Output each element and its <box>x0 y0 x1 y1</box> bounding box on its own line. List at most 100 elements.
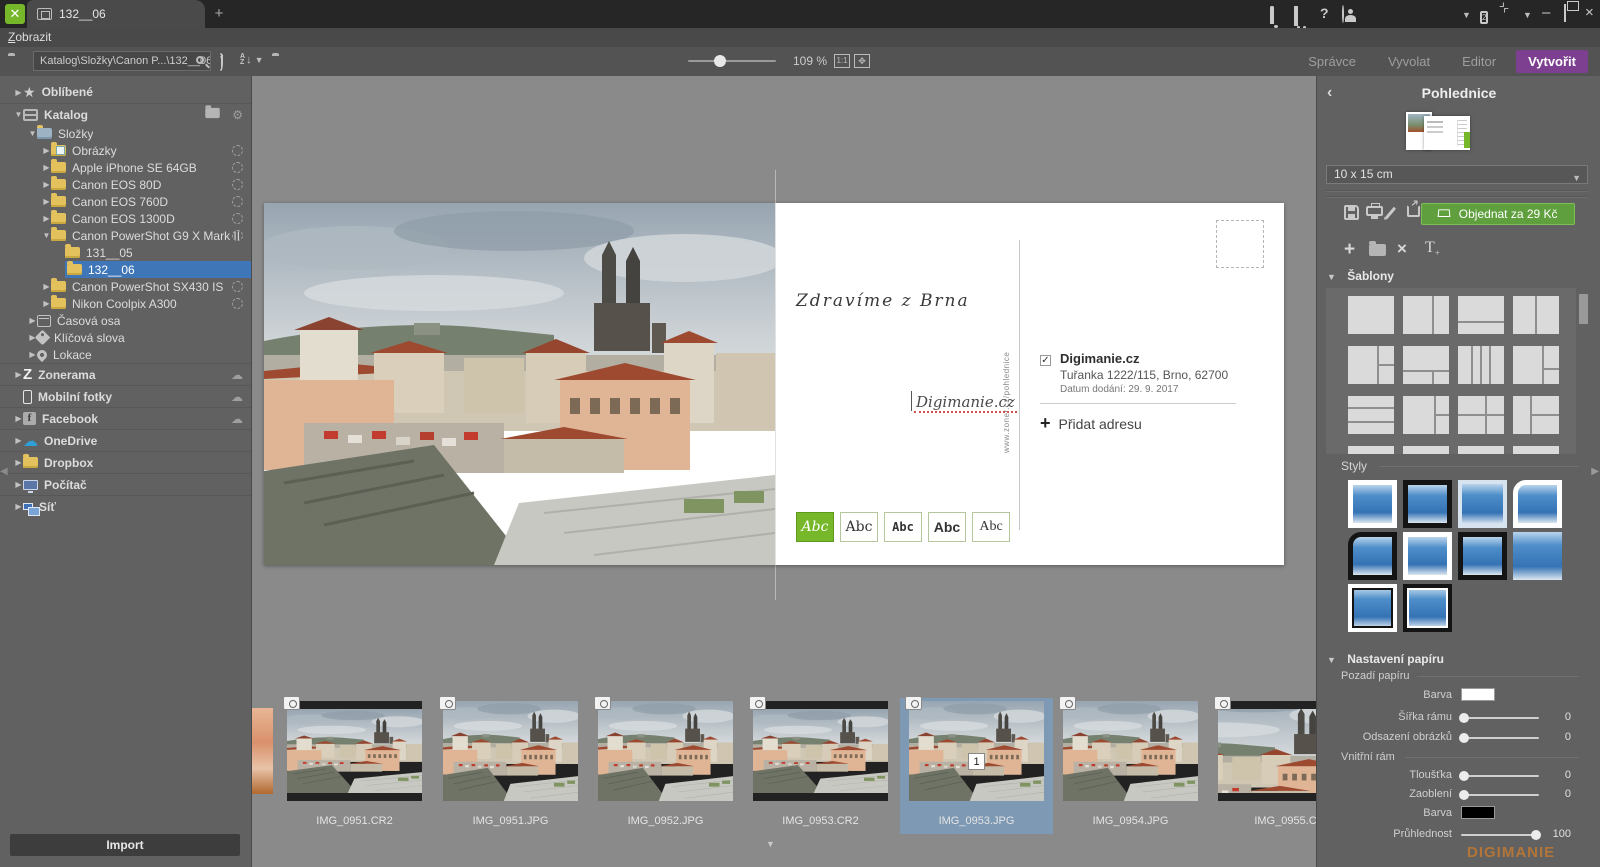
sidebar-item-canon-760d[interactable]: ▶ Canon EOS 760D <box>0 193 251 210</box>
templates-scrollbar[interactable] <box>1579 294 1588 324</box>
template-option[interactable] <box>1513 396 1559 434</box>
image-offset-slider[interactable] <box>1459 733 1539 743</box>
font-option-4[interactable]: Abc <box>928 512 966 542</box>
template-option[interactable] <box>1458 296 1504 334</box>
sidebar-item-katalog[interactable]: ▼ Katalog ⚙ <box>0 103 251 125</box>
filmstrip-thumb-0951jpg[interactable] <box>439 696 578 801</box>
collapse-left-panel-icon[interactable]: ◀ <box>0 466 8 477</box>
sidebar-item-casova-osa[interactable]: ▶ Časová osa <box>0 312 251 329</box>
account-avatar-icon[interactable] <box>1342 5 1344 24</box>
sidebar-item-canon-80d[interactable]: ▶ Canon EOS 80D <box>0 176 251 193</box>
template-option[interactable] <box>1403 396 1449 434</box>
template-option[interactable] <box>1458 346 1504 384</box>
template-option[interactable] <box>1403 346 1449 384</box>
postcard-back-side[interactable]: Zdravíme z Brna www.zoner.cz/pohlednice … <box>775 203 1284 565</box>
help-icon[interactable]: ? <box>1320 5 1329 23</box>
template-option[interactable] <box>1403 446 1449 454</box>
cart-icon[interactable] <box>1294 6 1298 26</box>
font-option-3[interactable]: Abc <box>884 512 922 542</box>
style-option-black-frame[interactable] <box>1458 532 1507 580</box>
font-option-2[interactable]: Abc <box>840 512 878 542</box>
fullscreen-chevron-down-icon[interactable]: ▼ <box>1523 10 1532 28</box>
style-option-white-black-frame[interactable] <box>1348 584 1397 632</box>
sidebar-item-mobilni-fotky[interactable]: Mobilní fotky ☁ <box>0 385 251 407</box>
template-option[interactable] <box>1348 346 1394 384</box>
style-option-white-rounded[interactable] <box>1513 480 1562 528</box>
style-option-no-frame[interactable] <box>1513 532 1562 580</box>
template-option[interactable] <box>1513 446 1559 454</box>
zoom-slider[interactable] <box>688 55 776 67</box>
postcard-photo-side[interactable] <box>264 203 775 565</box>
sidebar-item-dropbox[interactable]: ▶ Dropbox <box>0 451 251 473</box>
template-option[interactable] <box>1513 296 1559 334</box>
paper-settings-header[interactable]: ▼ Nastavení papíru <box>1327 652 1444 666</box>
filmstrip-thumb-0954jpg[interactable] <box>1059 696 1198 801</box>
sidebar-item-canon-1300d[interactable]: ▶ Canon EOS 1300D <box>0 210 251 227</box>
tab-vyvolat[interactable]: Vyvolat <box>1376 50 1442 73</box>
minimize-button[interactable]: – <box>1542 4 1550 22</box>
filmstrip-thumb-0952jpg[interactable] <box>594 696 733 801</box>
sidebar-item-132-06[interactable]: 132__06 <box>0 261 251 278</box>
notifications-bell-icon[interactable] <box>1270 6 1274 26</box>
close-button[interactable]: × <box>1585 4 1594 22</box>
sidebar-item-pocitac[interactable]: ▶ Počítač <box>0 473 251 495</box>
template-option[interactable] <box>1403 296 1449 334</box>
pen-export-icon[interactable] <box>1384 206 1397 220</box>
document-tab[interactable]: 132__06 <box>27 0 205 28</box>
sidebar-item-klicova-slova[interactable]: ▶ Klíčová slova <box>0 329 251 346</box>
account-chevron-down-icon[interactable]: ▼ <box>1462 10 1471 28</box>
zoom-1to1-icon[interactable]: 1:1 <box>834 54 850 68</box>
monitor-profile-icon[interactable]: 2 <box>1480 7 1489 25</box>
filmstrip-collapse-chevron-icon[interactable]: ▼ <box>766 839 775 849</box>
order-button[interactable]: Objednat za 29 Kč <box>1421 203 1575 225</box>
gear-icon[interactable]: ⚙ <box>232 108 243 122</box>
sidebar-item-onedrive[interactable]: ▶ ☁ OneDrive <box>0 429 251 451</box>
path-input[interactable]: Katalog\Složky\Canon P...\132__06 <box>33 51 211 71</box>
share-icon[interactable] <box>1407 205 1420 217</box>
restore-button[interactable] <box>1564 4 1566 23</box>
address-checkbox[interactable]: ✓ <box>1040 355 1051 366</box>
sidebar-item-facebook[interactable]: ▶ f Facebook ☁ <box>0 407 251 429</box>
tab-editor[interactable]: Editor <box>1450 50 1508 73</box>
search-icon[interactable] <box>196 56 204 64</box>
style-option-black-frame[interactable] <box>1403 480 1452 528</box>
inner-frame-color-swatch[interactable] <box>1461 806 1495 819</box>
new-tab-button[interactable]: + <box>210 5 228 23</box>
add-image-icon[interactable]: + <box>1344 239 1355 261</box>
template-option[interactable] <box>1458 446 1504 454</box>
size-select[interactable]: 10 x 15 cm ▼ <box>1326 165 1588 184</box>
sort-icon[interactable]: A Z ↓ ▼ <box>240 53 263 66</box>
sidebar-item-131-05[interactable]: 131__05 <box>0 244 251 261</box>
style-option-black-rounded[interactable] <box>1348 532 1397 580</box>
filmstrip-partial-thumb-left[interactable] <box>252 708 273 794</box>
print-icon[interactable] <box>1366 203 1383 219</box>
sidebar-item-nikon-a300[interactable]: ▶ Nikon Coolpix A300 <box>0 295 251 312</box>
style-option-white-frame[interactable] <box>1348 480 1397 528</box>
rounding-slider[interactable] <box>1459 790 1539 800</box>
template-option[interactable] <box>1458 396 1504 434</box>
paper-color-swatch[interactable] <box>1461 688 1495 701</box>
opacity-slider[interactable] <box>1461 830 1541 840</box>
font-option-1[interactable]: Abc <box>796 512 834 542</box>
sidebar-item-lokace[interactable]: ▶ Lokace <box>0 346 251 363</box>
sidebar-item-slozky[interactable]: ▼ Složky <box>0 125 251 142</box>
postcard-signature-text[interactable]: Digimanie.cz <box>911 391 1017 413</box>
collapse-right-panel-icon[interactable]: ▶ <box>1591 466 1599 477</box>
add-folder-icon[interactable] <box>204 105 221 122</box>
refresh-icon[interactable] <box>219 53 223 71</box>
style-option-light-frame[interactable] <box>1458 480 1507 528</box>
template-option[interactable] <box>1348 296 1394 334</box>
sidebar-item-canon-sx430[interactable]: ▶ Canon PowerShot SX430 IS <box>0 278 251 295</box>
style-option-white-frame[interactable] <box>1403 532 1452 580</box>
zoom-slider-thumb[interactable] <box>714 55 726 67</box>
template-option[interactable] <box>1348 446 1394 454</box>
sidebar-item-apple-iphone[interactable]: ▶ Apple iPhone SE 64GB <box>0 159 251 176</box>
style-option-black-white-frame[interactable] <box>1403 584 1452 632</box>
remove-icon[interactable]: × <box>1397 239 1407 259</box>
postcard-preview[interactable]: Zdravíme z Brna www.zoner.cz/pohlednice … <box>264 203 1284 565</box>
menu-zobrazit[interactable]: Zobrazit <box>8 30 51 44</box>
filmstrip-thumb-0953jpg-selected[interactable]: 1 <box>905 696 1044 801</box>
template-option[interactable] <box>1348 396 1394 434</box>
add-address-button[interactable]: + Přidat adresu <box>1040 413 1240 434</box>
template-option[interactable] <box>1513 346 1559 384</box>
